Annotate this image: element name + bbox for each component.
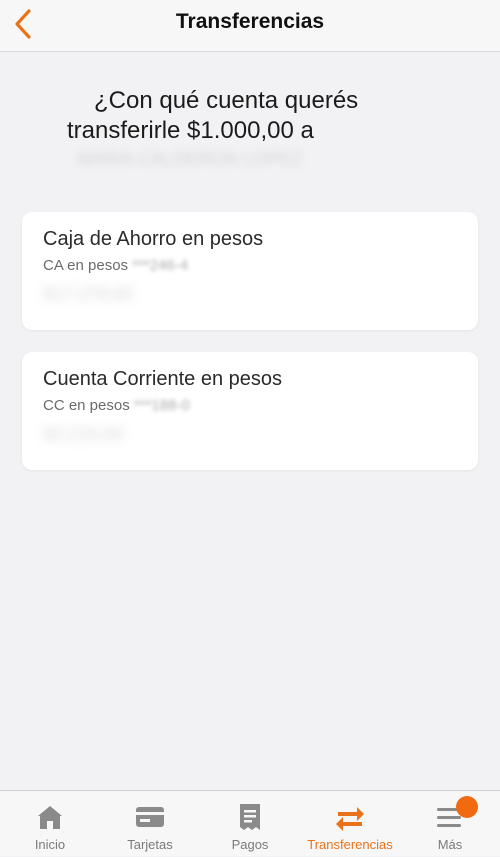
account-balance: $17.379,60 [43,284,134,304]
account-card-checking[interactable]: Cuenta Corriente en pesos CC en pesos **… [22,352,478,470]
receipt-icon [240,804,260,830]
account-subtitle: CA en pesos ***246-4 [43,257,188,274]
tab-inicio[interactable]: Inicio [0,791,100,857]
tab-label: Pagos [231,837,269,852]
question-line-2: transferirle $1.000,00 a [67,117,314,144]
tab-transferencias[interactable]: Transferencias [300,791,400,857]
top-bar: Transferencias [0,0,500,52]
recipient-name-redacted: MARIA CALDERON LOPEZ [77,149,303,169]
tab-mas[interactable]: Más [400,791,500,857]
account-number-masked: ***246-4 [132,257,189,274]
account-card-savings[interactable]: Caja de Ahorro en pesos CA en pesos ***2… [22,212,478,330]
tab-label: Inicio [34,837,66,852]
tab-tarjetas[interactable]: Tarjetas [100,791,200,857]
home-icon [38,806,62,829]
notification-badge [456,796,478,818]
transfer-arrows-icon [336,807,364,831]
account-type-code: CA en pesos [43,257,129,274]
account-subtitle: CC en pesos ***188-0 [43,397,190,414]
account-title: Cuenta Corriente en pesos [43,368,283,390]
account-title: Caja de Ahorro en pesos [43,228,264,250]
tab-pagos[interactable]: Pagos [200,791,300,857]
card-icon [136,807,164,827]
question-line-1: ¿Con qué cuenta querés [94,87,359,114]
tab-label: Más [437,837,463,852]
account-number-masked: ***188-0 [133,397,190,414]
account-type-code: CC en pesos [43,397,130,414]
account-balance: $3.215,00 [43,424,124,444]
tab-label: Tarjetas [127,837,173,852]
tab-label: Transferencias [307,837,393,852]
bottom-tab-bar: Inicio Tarjetas Pagos Transferencias Más [0,790,500,856]
page-title: Transferencias [175,10,325,33]
transfer-question: ¿Con qué cuenta querés transferirle $1.0… [40,86,460,172]
